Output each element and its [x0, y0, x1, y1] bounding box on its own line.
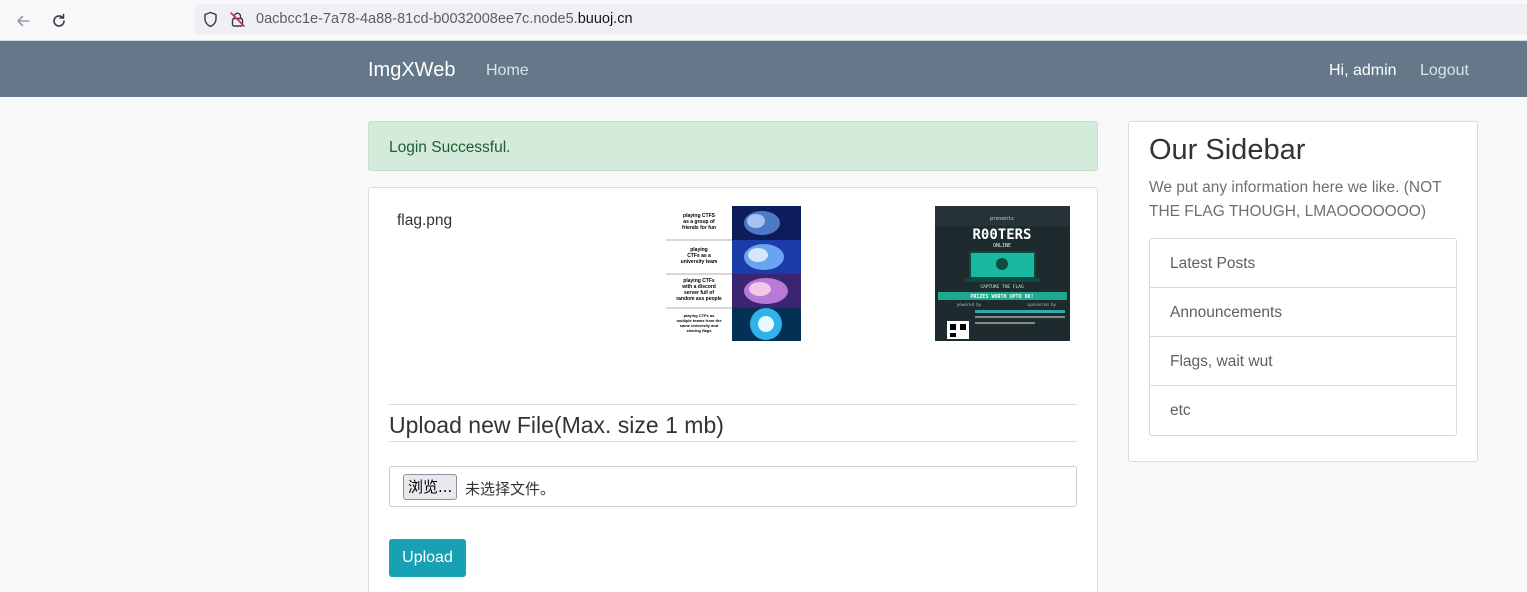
- divider: [389, 441, 1077, 442]
- svg-text:friends for fun: friends for fun: [682, 225, 716, 231]
- file-input[interactable]: 浏览... 未选择文件。: [389, 466, 1077, 507]
- user-greeting[interactable]: Hi, admin: [1329, 62, 1397, 80]
- success-alert: Login Successful.: [368, 121, 1098, 171]
- svg-text:sponsored by: sponsored by: [1027, 302, 1056, 307]
- upload-heading: Upload new File(Max. size 1 mb): [389, 412, 724, 438]
- svg-text:CAPTURE THE FLAG: CAPTURE THE FLAG: [980, 284, 1024, 290]
- files-card: flag.png playing CTFS as a group of friend…: [368, 187, 1098, 592]
- sidebar-item-latest-posts[interactable]: Latest Posts: [1150, 239, 1456, 288]
- url-prefix: 0acbcc1e-7a78-4a88-81cd-b0032008ee7c.nod…: [256, 11, 578, 27]
- url-domain: buuoj.cn: [577, 11, 633, 27]
- sidebar-description: We put any information here we like. (NO…: [1149, 179, 1442, 220]
- nav-home-link[interactable]: Home: [486, 62, 529, 80]
- logout-link[interactable]: Logout: [1420, 62, 1469, 80]
- reload-icon[interactable]: [46, 8, 72, 34]
- sidebar-item-announcements[interactable]: Announcements: [1150, 288, 1456, 337]
- sidebar-item-flags[interactable]: Flags, wait wut: [1150, 337, 1456, 386]
- svg-text:presents: presents: [990, 216, 1014, 222]
- url-text[interactable]: 0acbcc1e-7a78-4a88-81cd-b0032008ee7c.nod…: [256, 11, 633, 27]
- divider: [389, 404, 1077, 405]
- no-file-label: 未选择文件。: [465, 480, 556, 498]
- brand-link[interactable]: ImgXWeb: [368, 59, 455, 82]
- sidebar-item-etc[interactable]: etc: [1150, 386, 1456, 435]
- svg-text:random ass people: random ass people: [676, 296, 722, 302]
- insecure-lock-icon[interactable]: [229, 11, 246, 33]
- address-bar[interactable]: 0acbcc1e-7a78-4a88-81cd-b0032008ee7c.nod…: [194, 4, 1527, 35]
- svg-text:PRIZES WORTH UPTO 8K!: PRIZES WORTH UPTO 8K!: [970, 294, 1033, 300]
- sidebar-title: Our Sidebar: [1149, 134, 1306, 166]
- sidebar-card: Our Sidebar We put any information here …: [1128, 121, 1478, 462]
- browser-toolbar: 0acbcc1e-7a78-4a88-81cd-b0032008ee7c.nod…: [0, 0, 1527, 41]
- sidebar-list: Latest Posts Announcements Flags, wait w…: [1149, 238, 1457, 436]
- svg-text:R00TERS: R00TERS: [972, 227, 1031, 243]
- svg-text:university team: university team: [681, 259, 718, 265]
- upload-button[interactable]: Upload: [389, 539, 466, 577]
- svg-text:sharing flags: sharing flags: [687, 328, 713, 333]
- browse-button[interactable]: 浏览...: [403, 474, 458, 500]
- site-navbar: ImgXWeb Home Hi, admin Logout: [0, 41, 1527, 97]
- alert-text: Login Successful.: [389, 139, 511, 156]
- svg-text:ONLINE: ONLINE: [993, 243, 1011, 249]
- meme-image[interactable]: playing CTFSas a group offriends for fun…: [666, 206, 801, 341]
- svg-text:powered by: powered by: [957, 302, 982, 307]
- tracking-shield-icon[interactable]: [202, 11, 219, 33]
- back-arrow-icon[interactable]: [10, 8, 36, 34]
- file-name: flag.png: [397, 212, 453, 229]
- rooters-poster-image[interactable]: presents R00TERS ONLINE CAPTURE THE FLAG…: [935, 206, 1070, 341]
